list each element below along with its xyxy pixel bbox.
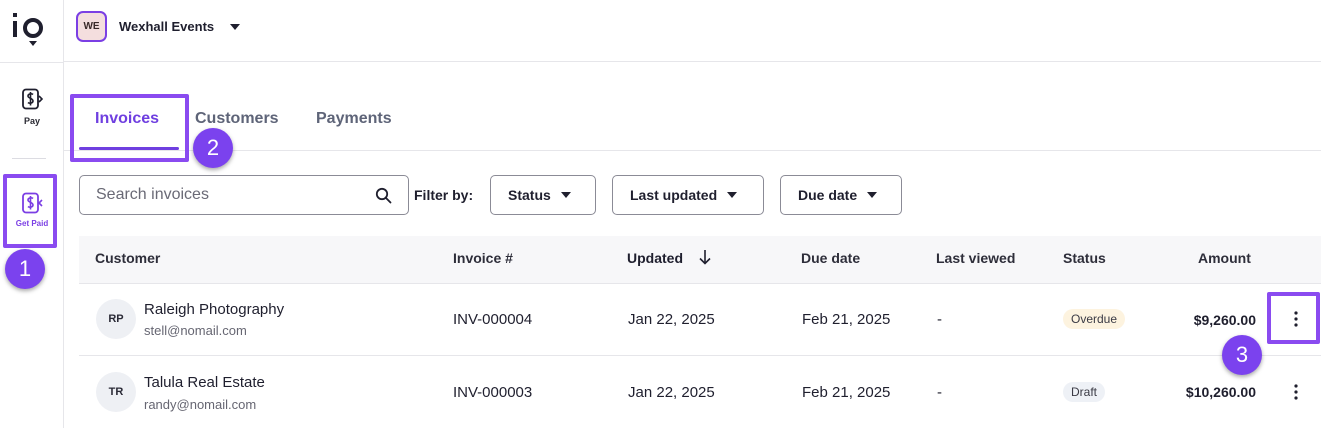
- rail-item-pay[interactable]: Pay: [0, 88, 64, 126]
- customer-name[interactable]: Raleigh Photography: [144, 301, 284, 318]
- dollar-doc-icon: [22, 88, 43, 110]
- invoice-amount: $10,260.00: [1185, 384, 1256, 400]
- filter-last-updated-button[interactable]: Last updated: [612, 175, 764, 215]
- caret-down-icon: [727, 192, 738, 198]
- invoice-amount: $9,260.00: [1193, 312, 1256, 328]
- filter-last-updated-label: Last updated: [630, 187, 718, 203]
- customer-avatar: RP: [96, 299, 136, 339]
- invoice-number: INV-000003: [453, 384, 533, 401]
- filter-due-date-button[interactable]: Due date: [780, 175, 902, 215]
- chevron-down-icon[interactable]: [230, 24, 240, 30]
- customer-email: randy@nomail.com: [144, 397, 257, 412]
- search-icon[interactable]: [375, 187, 392, 204]
- column-header-amount[interactable]: Amount: [1198, 250, 1251, 266]
- tabs-divider: [64, 150, 1321, 151]
- status-badge: Overdue: [1063, 309, 1126, 329]
- column-header-customer[interactable]: Customer: [95, 250, 160, 266]
- step-badge-3: 3: [1222, 335, 1262, 375]
- highlight-box-more-options: [1267, 292, 1320, 344]
- top-bar: WE Wexhall Events: [64, 0, 1321, 62]
- rail-item-label: Pay: [23, 116, 40, 126]
- search-input[interactable]: [96, 185, 366, 205]
- highlight-box-invoices-tab: [70, 94, 189, 162]
- customer-name[interactable]: Talula Real Estate: [144, 374, 265, 391]
- customer-avatar: TR: [96, 372, 136, 412]
- filter-status-label: Status: [508, 187, 551, 203]
- highlight-box-get-paid: [3, 174, 57, 248]
- tab-payments[interactable]: Payments: [316, 110, 392, 128]
- due-date: Feb 21, 2025: [802, 311, 891, 328]
- filter-due-date-label: Due date: [798, 187, 858, 203]
- tab-customers[interactable]: Customers: [195, 110, 279, 128]
- column-header-invoice[interactable]: Invoice #: [453, 250, 513, 266]
- last-viewed: -: [937, 311, 942, 328]
- org-avatar[interactable]: WE: [76, 11, 107, 42]
- last-viewed: -: [937, 384, 942, 401]
- column-header-due-date[interactable]: Due date: [801, 250, 860, 266]
- caret-down-icon: [560, 192, 571, 198]
- arrow-down-icon[interactable]: [697, 248, 713, 266]
- updated-date: Jan 22, 2025: [628, 311, 715, 328]
- io-logo-icon[interactable]: [10, 8, 50, 48]
- search-box[interactable]: [79, 175, 409, 215]
- filter-status-button[interactable]: Status: [490, 175, 596, 215]
- updated-date: Jan 22, 2025: [628, 384, 715, 401]
- column-header-status[interactable]: Status: [1063, 250, 1106, 266]
- more-options-icon[interactable]: [1286, 382, 1306, 402]
- step-badge-1: 1: [5, 249, 45, 289]
- filter-label: Filter by:: [414, 187, 474, 203]
- column-header-updated[interactable]: Updated: [627, 250, 683, 266]
- customer-email: stell@nomail.com: [144, 323, 247, 338]
- column-header-last-viewed[interactable]: Last viewed: [936, 250, 1015, 266]
- due-date: Feb 21, 2025: [802, 384, 891, 401]
- invoice-number: INV-000004: [453, 311, 533, 328]
- caret-down-icon: [867, 192, 878, 198]
- org-name[interactable]: Wexhall Events: [119, 19, 214, 34]
- step-badge-2: 2: [193, 128, 233, 168]
- status-badge: Draft: [1063, 382, 1106, 402]
